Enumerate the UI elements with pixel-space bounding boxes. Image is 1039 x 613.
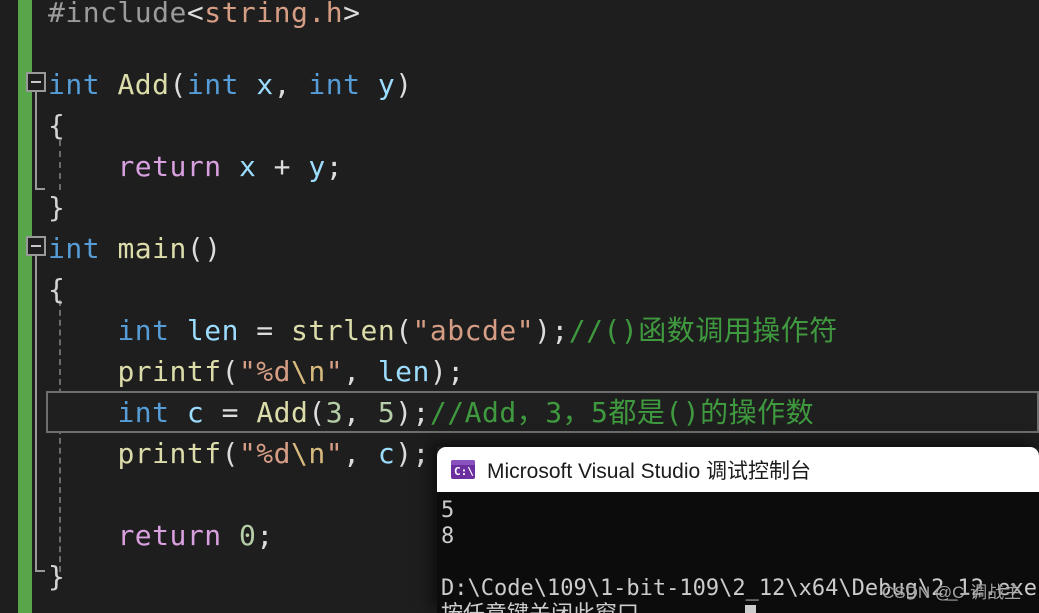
code-token: int <box>117 396 170 429</box>
code-token: () <box>186 232 222 265</box>
code-token: int <box>48 68 101 101</box>
code-token: = <box>204 396 257 429</box>
code-token: , <box>343 355 378 388</box>
code-token: ); <box>429 355 465 388</box>
code-token: ( <box>169 68 187 101</box>
code-token: printf <box>117 437 222 470</box>
code-token: x <box>238 150 257 183</box>
code-token: \n <box>291 355 326 388</box>
code-token: ; <box>256 519 274 552</box>
code-token: "%d <box>238 437 292 470</box>
line-include[interactable]: #include<string.h> <box>48 0 360 33</box>
code-token: int <box>308 68 361 101</box>
code-token: "%d <box>238 355 292 388</box>
code-token: x <box>256 68 274 101</box>
code-token: int <box>48 232 101 265</box>
line-strlen[interactable]: int len = strlen("abcde");//()函数调用操作符 <box>48 310 838 351</box>
code-token: y <box>377 68 396 101</box>
console-out-1: 5 <box>441 498 455 523</box>
line-printf-c[interactable]: printf("%d\n", c); <box>48 433 430 474</box>
console-out-2: 8 <box>441 524 455 549</box>
code-token: ; <box>325 150 344 183</box>
code-token: ); <box>395 437 430 470</box>
code-token: int <box>117 314 170 347</box>
code-token: main <box>117 232 187 265</box>
console-icon-glyph: C:\ <box>454 465 474 478</box>
code-token: ( <box>395 314 413 347</box>
code-token: return <box>117 150 222 183</box>
code-token: printf <box>117 355 222 388</box>
line-add-close-brace[interactable]: } <box>48 187 65 228</box>
code-token: string.h <box>204 0 344 29</box>
code-token: + <box>256 150 309 183</box>
line-add-call[interactable]: int c = Add(3, 5);//Add，3，5都是()的操作数 <box>48 392 814 433</box>
console-text-cursor <box>744 605 756 613</box>
code-token: //()函数调用操作符 <box>568 314 838 347</box>
code-token: Add <box>256 396 309 429</box>
code-token: 0 <box>238 519 257 552</box>
line-add-open-brace[interactable]: { <box>48 105 65 146</box>
code-token: "abcde" <box>412 314 535 347</box>
code-token: > <box>343 0 361 29</box>
code-token: //Add，3，5都是()的操作数 <box>429 396 815 429</box>
code-token: strlen <box>291 314 396 347</box>
code-token: y <box>308 150 326 183</box>
code-token: return <box>117 519 222 552</box>
code-token: len <box>377 355 430 388</box>
code-token: " <box>325 437 344 470</box>
console-title-text: Microsoft Visual Studio 调试控制台 <box>487 459 812 483</box>
code-token: } <box>48 560 66 593</box>
code-token: , <box>343 437 378 470</box>
code-token: 5 <box>377 396 396 429</box>
code-token: c <box>186 396 205 429</box>
code-token: { <box>48 273 66 306</box>
code-token: } <box>48 191 66 224</box>
code-token: ( <box>221 437 239 470</box>
code-token: , <box>273 68 309 101</box>
line-add-signature[interactable]: int Add(int x, int y) <box>48 64 413 105</box>
code-token: len <box>186 314 239 347</box>
line-main-close-brace[interactable]: } <box>48 556 65 597</box>
csdn-watermark: CSDN @C-调战主 <box>882 583 1022 602</box>
code-token: = <box>238 314 292 347</box>
code-token: int <box>186 68 239 101</box>
code-token: Add <box>117 68 170 101</box>
code-token: " <box>325 355 344 388</box>
code-token: ( <box>221 355 239 388</box>
code-token: ( <box>308 396 326 429</box>
code-token: , <box>343 396 378 429</box>
code-token: c <box>377 437 396 470</box>
code-token: #include <box>48 0 187 29</box>
line-add-return[interactable]: return x + y; <box>48 146 343 187</box>
console-out-5: 按任意键关闭此窗口. . . <box>441 602 705 613</box>
code-token: ); <box>395 396 430 429</box>
code-token: 3 <box>325 396 344 429</box>
line-printf-len[interactable]: printf("%d\n", len); <box>48 351 465 392</box>
line-main-signature[interactable]: int main() <box>48 228 222 269</box>
code-token: < <box>186 0 205 29</box>
console-app-icon: C:\ <box>451 460 475 479</box>
code-token: { <box>48 109 66 142</box>
line-main-open-brace[interactable]: { <box>48 269 65 310</box>
console-title-bar[interactable]: C:\ Microsoft Visual Studio 调试控制台 <box>437 447 1039 492</box>
line-main-return[interactable]: return 0; <box>48 515 274 556</box>
code-token: ) <box>395 68 413 101</box>
code-token: \n <box>291 437 326 470</box>
code-token: ); <box>534 314 569 347</box>
